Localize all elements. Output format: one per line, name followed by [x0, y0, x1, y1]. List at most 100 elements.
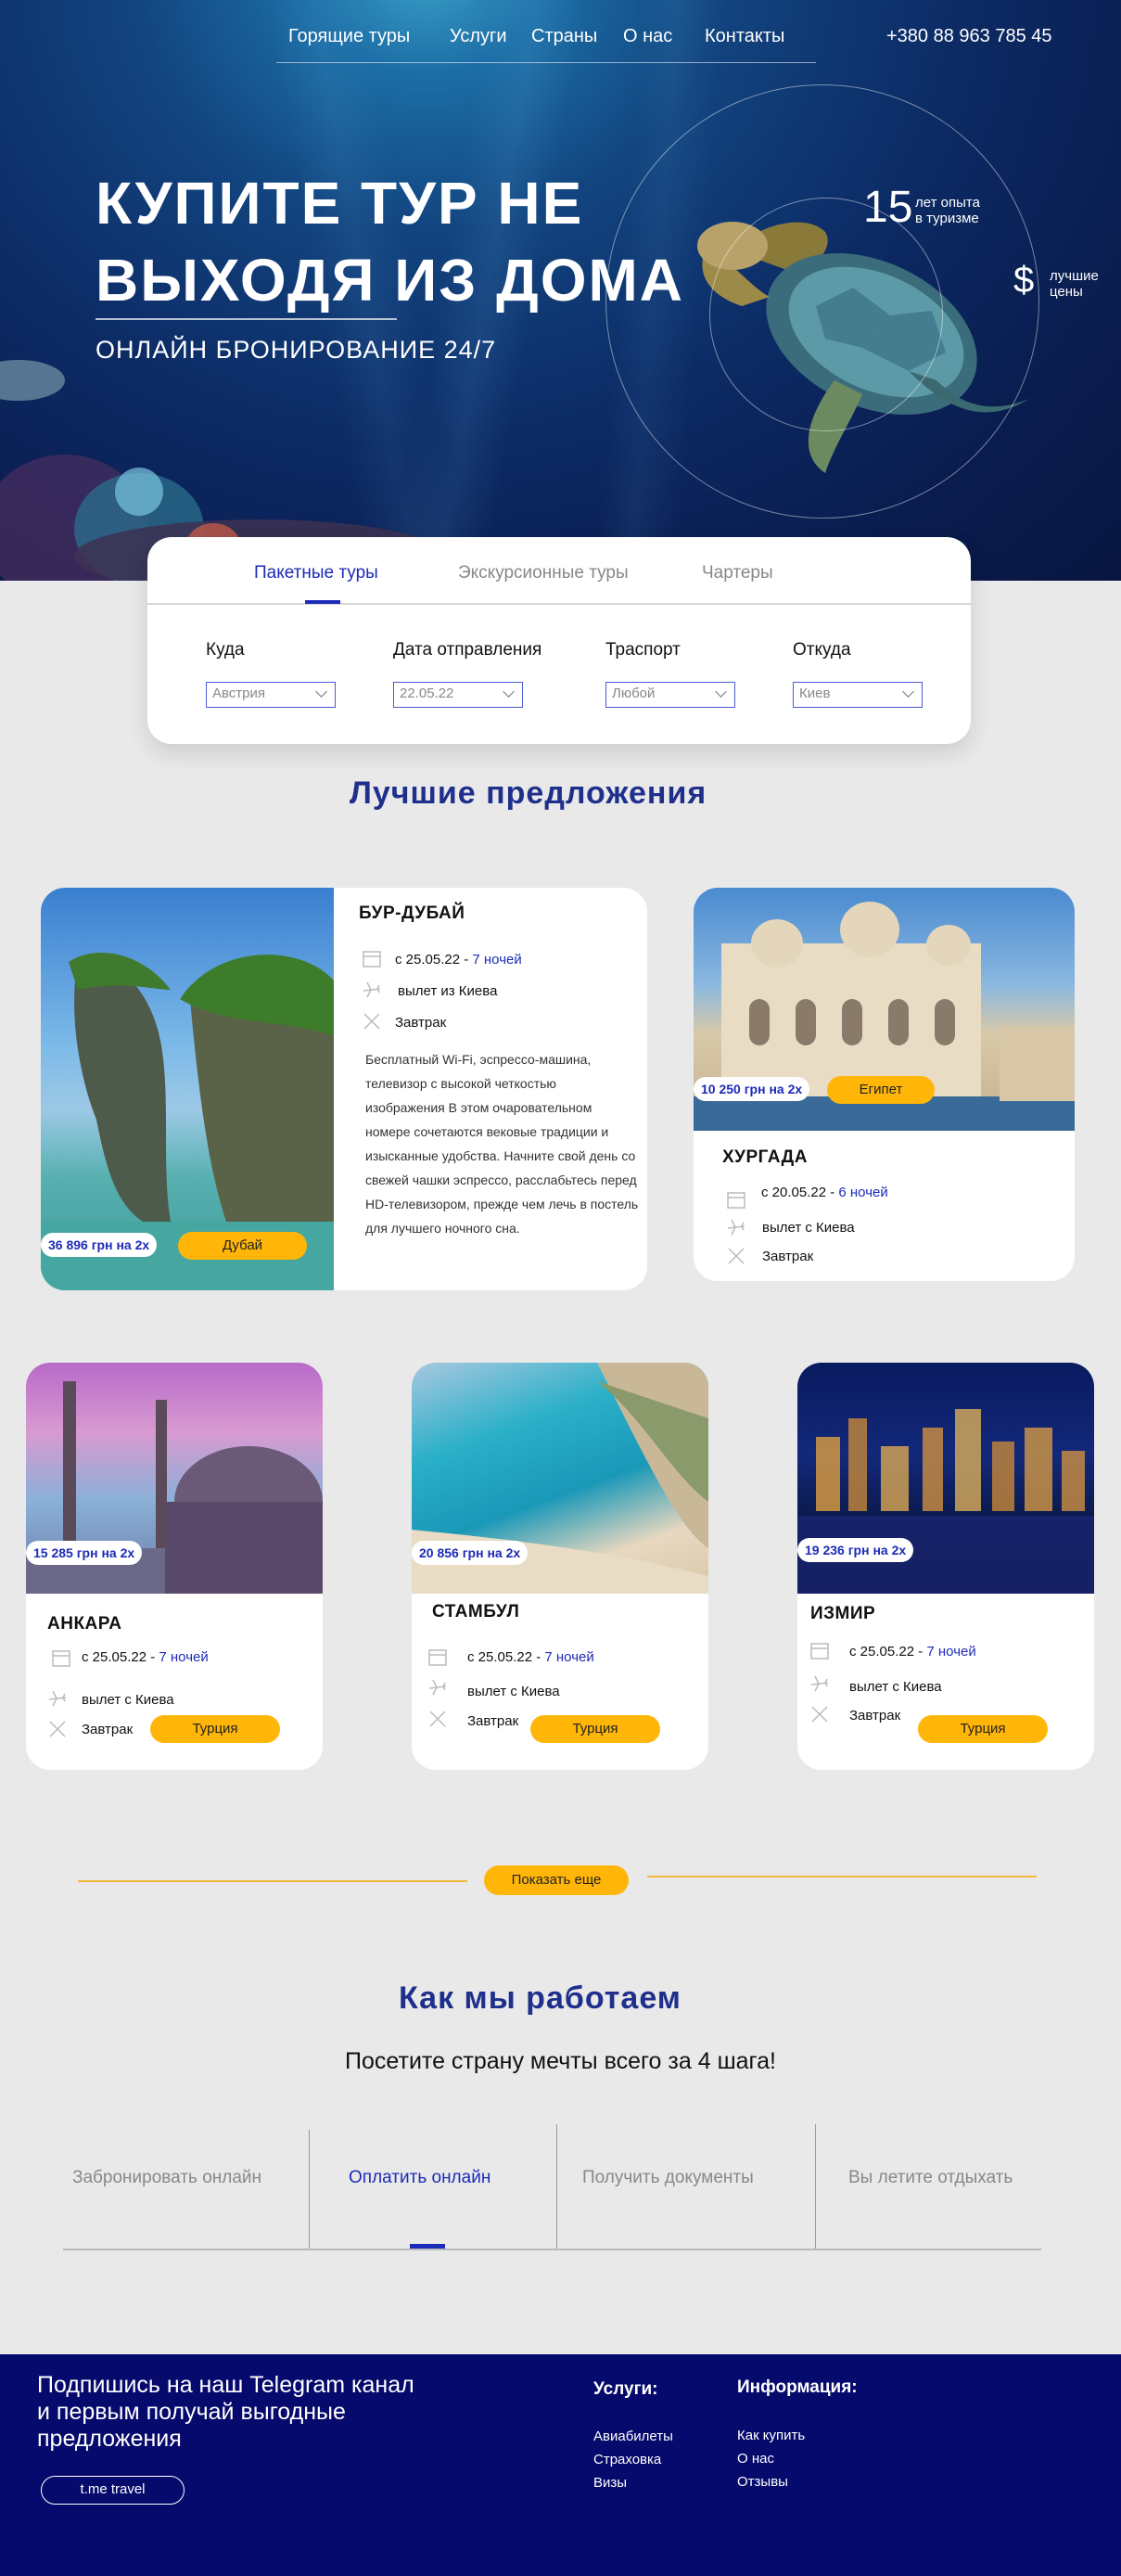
- card-meal: Завтрак: [849, 1708, 901, 1724]
- offer-card-dubai[interactable]: 36 896 грн на 2х Дубай БУР-ДУБАЙ с 25.05…: [41, 888, 647, 1290]
- step-separator: [815, 2124, 816, 2249]
- origin-select[interactable]: Киев: [793, 682, 923, 708]
- footer-link-about[interactable]: О нас: [737, 2451, 774, 2467]
- nights-text: 7 ночей: [544, 1649, 594, 1665]
- departure-date-label: Дата отправления: [393, 640, 542, 660]
- offer-card-istanbul[interactable]: 20 856 грн на 2х СТАМБУЛ с 25.05.22 - 7 …: [412, 1363, 708, 1770]
- footer-link-how-to-buy[interactable]: Как купить: [737, 2428, 805, 2443]
- date-text: с 25.05.22 -: [467, 1649, 541, 1665]
- card-title: БУР-ДУБАЙ: [359, 904, 465, 923]
- destination-select[interactable]: Австрия: [206, 682, 336, 708]
- country-badge-turkey[interactable]: Турция: [530, 1715, 660, 1743]
- price-tag: 20 856 грн на 2х: [412, 1541, 529, 1565]
- cutlery-icon: [809, 1704, 830, 1724]
- hero-title: КУПИТЕ ТУР НЕ ВЫХОДЯ ИЗ ДОМА: [96, 165, 689, 319]
- transport-label: Траспорт: [605, 640, 681, 660]
- price-tag: 15 285 грн на 2х: [26, 1541, 143, 1565]
- transport-value: Любой: [612, 686, 656, 701]
- best-prices-line-1: лучшие: [1050, 268, 1099, 284]
- cutlery-icon: [47, 1719, 68, 1739]
- footer-link-insurance[interactable]: Страховка: [593, 2452, 661, 2467]
- card-dates: с 20.05.22 - 6 ночей: [761, 1185, 888, 1200]
- more-divider-right: [647, 1876, 1037, 1878]
- card-description: Бесплатный Wi-Fi, эспрессо-машина, телев…: [365, 1052, 639, 1236]
- tab-excursion-tours[interactable]: Экскурсионные туры: [458, 563, 629, 583]
- footer-link-visas[interactable]: Визы: [593, 2475, 627, 2491]
- rock-island-illustration: [41, 953, 334, 1290]
- cutlery-icon: [726, 1246, 746, 1266]
- country-badge-turkey[interactable]: Турция: [918, 1715, 1048, 1743]
- departure-date-select[interactable]: 22.05.22: [393, 682, 523, 708]
- card-departure: вылет из Киева: [398, 983, 498, 999]
- active-step-indicator: [410, 2244, 445, 2249]
- country-badge-dubai[interactable]: Дубай: [178, 1232, 307, 1260]
- step-fly-to-rest[interactable]: Вы летите отдыхать: [848, 2168, 1013, 2188]
- nav-countries[interactable]: Страны: [531, 26, 597, 47]
- nights-text: 7 ночей: [159, 1649, 209, 1665]
- telegram-button[interactable]: t.me travel: [41, 2476, 185, 2505]
- nights-text: 6 ночей: [838, 1185, 888, 1200]
- country-badge-egypt[interactable]: Египет: [827, 1076, 935, 1104]
- footer-link-reviews[interactable]: Отзывы: [737, 2474, 788, 2490]
- tab-charters[interactable]: Чартеры: [702, 563, 773, 583]
- nav-services[interactable]: Услуги: [450, 26, 507, 47]
- nav-phone-link[interactable]: +380 88 963 785 45: [886, 26, 1052, 47]
- offers-title: Лучшие предложения: [350, 775, 707, 811]
- calendar-icon: [809, 1640, 830, 1660]
- card-departure: вылет с Киева: [762, 1220, 855, 1236]
- card-dates: с 25.05.22 - 7 ночей: [849, 1644, 976, 1660]
- offer-card-hurghada[interactable]: 10 250 грн на 2х Египет ХУРГАДА с 20.05.…: [694, 888, 1075, 1281]
- offer-card-izmir[interactable]: 19 236 грн на 2х ИЗМИР с 25.05.22 - 7 но…: [797, 1363, 1094, 1770]
- hero-divider: [96, 318, 397, 320]
- date-text: с 25.05.22 -: [395, 952, 469, 968]
- dubai-photo: [41, 888, 334, 1290]
- date-text: с 25.05.22 -: [849, 1644, 924, 1660]
- airplane-icon: [726, 1217, 746, 1237]
- cutlery-icon: [362, 1011, 382, 1032]
- experience-years-line-1: лет опыта: [915, 195, 980, 211]
- experience-years-number: 15: [863, 183, 913, 232]
- step-pay-online[interactable]: Оплатить онлайн: [349, 2168, 490, 2188]
- chevron-down-icon: [715, 686, 727, 698]
- steps-baseline: [63, 2249, 1041, 2250]
- show-more-button[interactable]: Показать еще: [484, 1865, 629, 1895]
- card-title: СТАМБУЛ: [432, 1602, 520, 1621]
- best-prices-line-2: цены: [1050, 284, 1083, 300]
- nights-text: 7 ночей: [926, 1644, 976, 1660]
- calendar-icon: [51, 1647, 71, 1668]
- step-get-documents[interactable]: Получить документы: [582, 2168, 754, 2188]
- card-meal: Завтрак: [762, 1249, 814, 1264]
- price-tag: 19 236 грн на 2х: [797, 1538, 914, 1562]
- telegram-subscribe-text: Подпишись на наш Telegram канал и первым…: [37, 2372, 414, 2452]
- offer-card-ankara[interactable]: 15 285 грн на 2х АНКАРА с 25.05.22 - 7 н…: [26, 1363, 323, 1770]
- cutlery-icon: [427, 1709, 448, 1729]
- airplane-icon: [809, 1673, 830, 1694]
- footer-info-title: Информация:: [737, 2377, 858, 2397]
- step-separator: [556, 2124, 557, 2249]
- nav-hot-tours[interactable]: Горящие туры: [288, 26, 410, 47]
- card-meal: Завтрак: [82, 1722, 134, 1737]
- chevron-down-icon: [902, 686, 914, 698]
- step-separator: [309, 2130, 310, 2249]
- hero-section: Горящие туры Услуги Страны О нас Контакт…: [0, 0, 1121, 581]
- experience-years-line-2: в туризме: [915, 211, 979, 226]
- departure-date-value: 22.05.22: [400, 686, 454, 701]
- destination-value: Австрия: [212, 686, 266, 701]
- nav-about[interactable]: О нас: [623, 26, 672, 47]
- nav-contacts[interactable]: Контакты: [705, 26, 784, 47]
- card-dates: с 25.05.22 - 7 ночей: [82, 1649, 209, 1665]
- footer-services-title: Услуги:: [593, 2379, 658, 2399]
- nights-text: 7 ночей: [472, 952, 522, 968]
- transport-select[interactable]: Любой: [605, 682, 735, 708]
- country-badge-turkey[interactable]: Турция: [150, 1715, 280, 1743]
- footer-link-flights[interactable]: Авиабилеты: [593, 2429, 673, 2444]
- nav-underline: [276, 62, 816, 63]
- active-tab-indicator: [305, 600, 340, 604]
- calendar-icon: [362, 948, 382, 968]
- airplane-icon: [427, 1677, 448, 1698]
- airplane-icon: [47, 1688, 68, 1709]
- tab-package-tours[interactable]: Пакетные туры: [254, 563, 378, 583]
- card-title: ХУРГАДА: [722, 1147, 808, 1167]
- destination-label: Куда: [206, 640, 245, 660]
- step-book-online[interactable]: Забронировать онлайн: [72, 2168, 261, 2188]
